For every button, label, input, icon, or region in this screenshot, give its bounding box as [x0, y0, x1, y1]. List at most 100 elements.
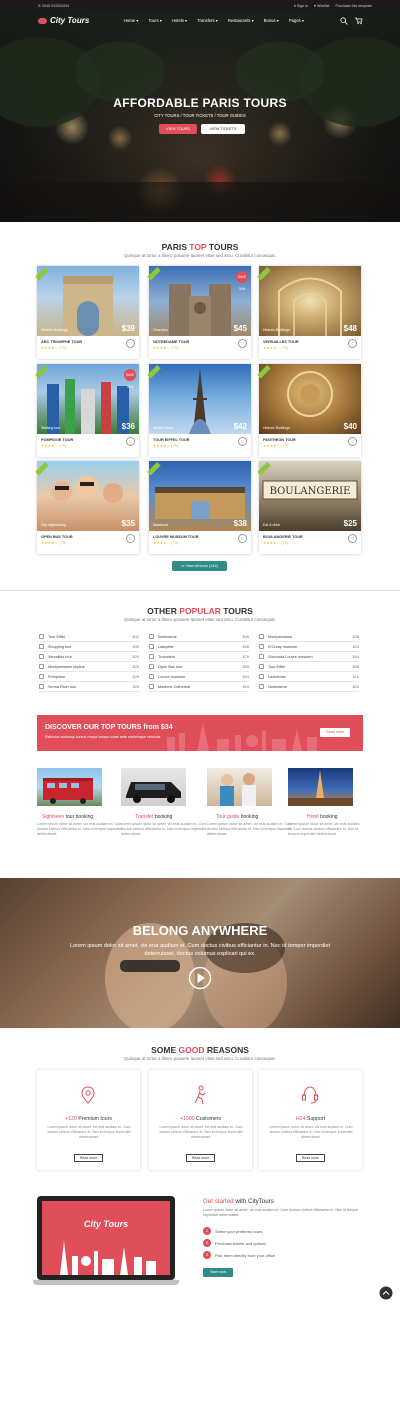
cart-icon[interactable]: [354, 16, 363, 25]
popular-tour-row[interactable]: Madlene Cathedral $24: [149, 683, 249, 692]
view-all-tours-button[interactable]: ⇨ View all tours (144): [172, 561, 227, 571]
tour-price: $36: [121, 422, 135, 431]
popular-tour-row[interactable]: Versailles tour $20: [39, 653, 139, 662]
logo[interactable]: City Tours: [38, 16, 89, 25]
tour-type-icon: [149, 674, 154, 679]
menu-tours[interactable]: Tours ▾: [148, 18, 162, 23]
tour-name[interactable]: OPEN BUS TOUR: [41, 535, 73, 539]
menu-bonus[interactable]: Bonus ▾: [264, 18, 279, 23]
purchase-link[interactable]: Purchase this template: [335, 4, 372, 8]
back-to-top-icon[interactable]: [379, 1286, 393, 1300]
tour-category: Historic Buildings: [41, 328, 68, 332]
belong-title: BELONG ANYWHERE: [132, 923, 268, 938]
popular-tour-row[interactable]: Montparnasse $36: [259, 633, 359, 642]
popular-tour-row[interactable]: Shopping tour $35: [39, 643, 139, 652]
wishlist-heart-icon[interactable]: ♡: [238, 534, 247, 543]
wishlist-heart-icon[interactable]: ♡: [238, 339, 247, 348]
tour-name[interactable]: BOULANGERIE TOUR: [263, 535, 303, 539]
menu-pages[interactable]: Pages ▾: [289, 18, 304, 23]
top-bar: ✆ 0045 043204434 ● Sign in ♥ Wishlist Pu…: [0, 0, 400, 12]
tour-card[interactable]: SAVE 30% Walking tour $36 POMPIDOE TOUR …: [35, 364, 139, 457]
sign-in-link[interactable]: ● Sign in: [294, 4, 308, 8]
banner-subtitle: Ridiculus sociosqu cursus neque cursus c…: [45, 735, 162, 739]
popular-tour-price: $24: [242, 675, 249, 679]
tour-rating: ★★★★☆ (75): [41, 541, 67, 545]
tour-name[interactable]: LOUVRE MUSEUM TOUR: [153, 535, 199, 539]
main-menu: Home ▾ Tours ▾ Hotels ▾ Transfers ▾ Rest…: [124, 18, 304, 23]
tour-name[interactable]: ARC TRIOMPHE TOUR: [41, 340, 82, 344]
wishlist-heart-icon[interactable]: ♡: [126, 534, 135, 543]
tour-type-icon: [259, 644, 264, 649]
popular-tour-row[interactable]: Trocadero $76: [149, 653, 249, 662]
tour-rating: ★★★★☆ (75): [153, 346, 179, 350]
popular-tour-row[interactable]: Lafayette $56: [149, 643, 249, 652]
reason-read-more-button[interactable]: Read more: [74, 1154, 103, 1162]
tour-name[interactable]: NOTREDAME TOUR: [153, 340, 189, 344]
menu-restaurants[interactable]: Restaurants ▾: [228, 18, 254, 23]
sightseen-title[interactable]: Sightseen tour booking: [42, 814, 132, 820]
menu-transfers[interactable]: Transfers ▾: [197, 18, 218, 23]
popular-tour-price: $26: [132, 665, 139, 669]
reason-title: +1000 Customers: [179, 1116, 222, 1122]
tour-name[interactable]: PANTHEON TOUR: [263, 438, 296, 442]
popular-tour-price: $35: [132, 645, 139, 649]
popular-tour-row[interactable]: Gioconda Louvre musuem $44: [259, 653, 359, 662]
popular-tour-row[interactable]: Tour Eiffel $42: [39, 633, 139, 642]
tour-price: $42: [233, 422, 247, 431]
popular-tour-row[interactable]: Tour Eiffel $56: [259, 663, 359, 672]
laptop-screen: City Tours: [42, 1201, 170, 1275]
search-icon[interactable]: [340, 17, 348, 25]
popular-tour-row[interactable]: Notredame $48: [149, 633, 249, 642]
wishlist-link[interactable]: ♥ Wishlist: [314, 4, 330, 8]
reason-read-more-button[interactable]: Read more: [296, 1154, 325, 1162]
view-tickets-button[interactable]: VIEW TICKETS: [201, 124, 245, 134]
reason-read-more-button[interactable]: Read more: [186, 1154, 215, 1162]
hotel-title[interactable]: Hotel booking: [307, 814, 397, 820]
popular-tour-row[interactable]: Ladefense $16: [259, 673, 359, 682]
banner-read-more-button[interactable]: Read more: [320, 728, 350, 737]
laptop-illustration: City Tours: [33, 1196, 179, 1286]
popular-tours-title: OTHER POPULAR TOURS: [147, 606, 253, 616]
tour-card[interactable]: Historic Buildings $40 PANTHEON TOUR ★★★…: [257, 364, 361, 457]
play-video-icon[interactable]: [188, 966, 212, 990]
popular-tour-row[interactable]: Louvre museum $24: [149, 673, 249, 682]
tour-card[interactable]: Museums $38 LOUVRE MUSEUM TOUR ★★★★☆ (75…: [147, 461, 251, 554]
popular-tour-name: Gioconda Louvre musuem: [268, 655, 313, 659]
view-tours-button[interactable]: VIEW TOURS: [159, 124, 197, 134]
popular-tour-name: Lafayette: [158, 645, 174, 649]
tour-name[interactable]: VERSAILLES TOUR: [263, 340, 299, 344]
tour-card[interactable]: Historic Buildings $39 ARC TRIOMPHE TOUR…: [35, 266, 139, 359]
reason-card: +120 Premium tours Lorem ipsum dolor sit…: [37, 1070, 140, 1170]
wishlist-heart-icon[interactable]: ♡: [348, 534, 357, 543]
tour-name[interactable]: TOUR EIFFEL TOUR: [153, 438, 190, 442]
wishlist-heart-icon[interactable]: ♡: [348, 437, 357, 446]
tour-card[interactable]: City sightseeing $35 OPEN BUS TOUR ★★★★☆…: [35, 461, 139, 554]
tour-card[interactable]: BOULANGERIE Eat & drink $25 BOULANGERIE …: [257, 461, 361, 554]
tour-card[interactable]: Historic Buildings $48 VERSAILLES TOUR ★…: [257, 266, 361, 359]
tour-category: Historic Buildings: [263, 426, 290, 430]
popular-tour-row[interactable]: Pompidue $26: [39, 673, 139, 682]
popular-tour-row[interactable]: Senna River tour $26: [39, 683, 139, 692]
step-3: 3 Pick them directly from your office: [203, 1251, 275, 1259]
menu-home[interactable]: Home ▾: [124, 18, 138, 23]
wishlist-heart-icon[interactable]: ♡: [126, 339, 135, 348]
popular-tour-row[interactable]: Open Bus tour $55: [149, 663, 249, 672]
tour-name[interactable]: POMPIDOE TOUR: [41, 438, 73, 442]
tour-type-icon: [39, 664, 44, 669]
tour-card[interactable]: Skyline tours $42 TOUR EIFFEL TOUR ★★★★☆…: [147, 364, 251, 457]
headset-support-icon: [302, 1086, 318, 1104]
wishlist-heart-icon[interactable]: ♡: [126, 437, 135, 446]
tour-price: $38: [233, 519, 247, 528]
discover-banner: DISCOVER OUR TOP TOURS from $34 Ridiculu…: [37, 715, 363, 751]
wishlist-heart-icon[interactable]: ♡: [238, 437, 247, 446]
popular-tour-name: Tour Eiffel: [268, 665, 285, 669]
popular-tour-row[interactable]: Montparnasse skyline $26: [39, 663, 139, 672]
popular-tour-row[interactable]: D'Orsay museum $24: [259, 643, 359, 652]
menu-hotels[interactable]: Hotels ▾: [172, 18, 187, 23]
tour-card[interactable]: SAVE 30% Churches $45 NOTREDAME TOUR ★★★…: [147, 266, 251, 359]
popular-tour-row[interactable]: Notredame $26: [259, 683, 359, 692]
tour-guide-title[interactable]: Tour guide booking: [216, 814, 306, 820]
transfer-title[interactable]: Transfer booking: [135, 814, 225, 820]
wishlist-heart-icon[interactable]: ♡: [348, 339, 357, 348]
start-now-button[interactable]: Start now: [203, 1268, 233, 1277]
